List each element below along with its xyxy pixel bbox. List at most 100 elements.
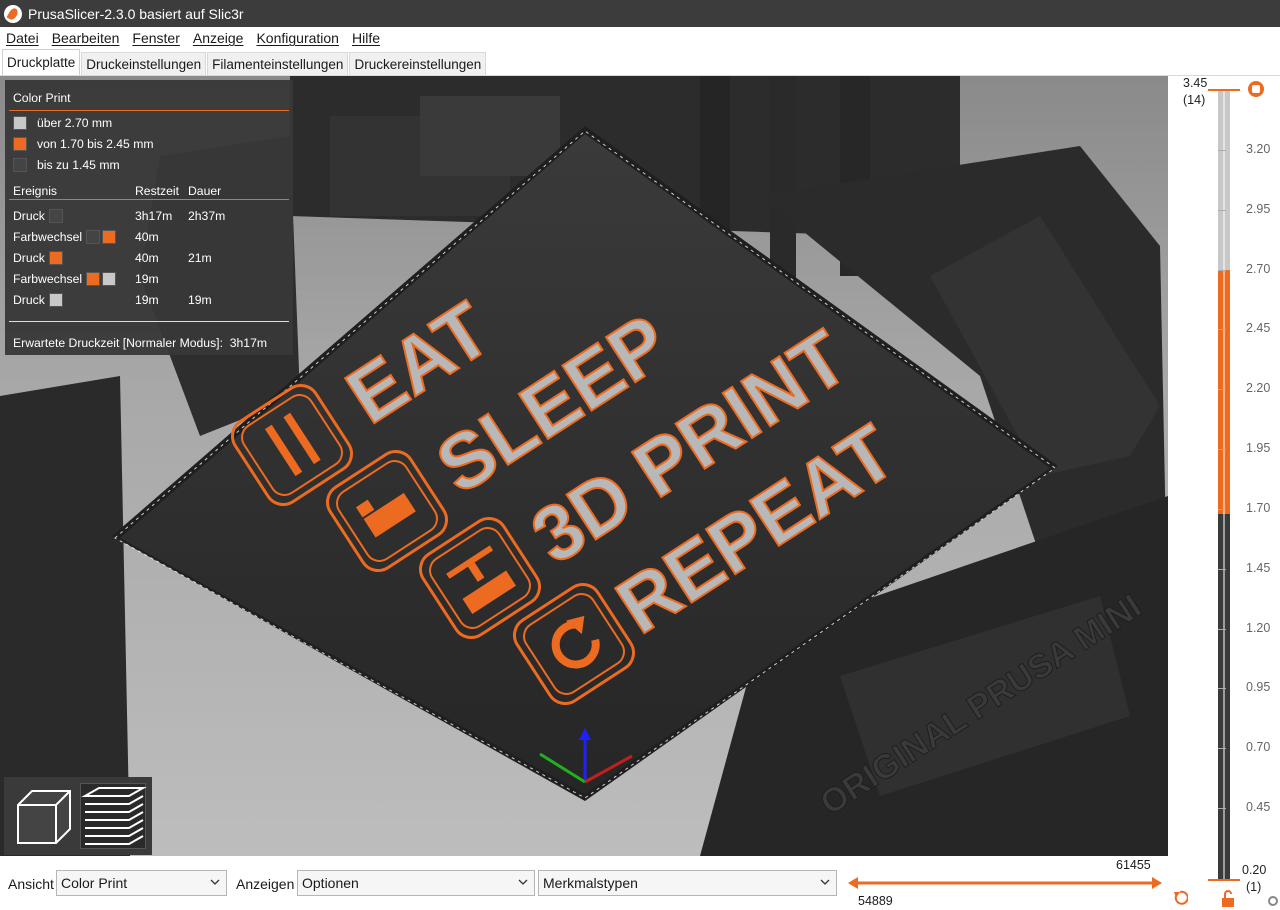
3d-view-button[interactable] <box>10 783 76 849</box>
legend-event-row: Druck 3h17m 2h37m <box>5 208 293 224</box>
slider-tick <box>1218 808 1226 810</box>
event-duration: 19m <box>188 293 212 307</box>
menu-bar: Datei Bearbeiten Fenster Anzeige Konfigu… <box>0 27 1280 49</box>
legend-col-remaining: Restzeit <box>135 184 180 198</box>
legend-event-row: Druck 19m 19m <box>5 292 293 308</box>
view-type-select[interactable]: Color Print <box>56 870 227 896</box>
window-title: PrusaSlicer-2.3.0 basiert auf Slic3r <box>28 5 244 22</box>
chevron-down-icon <box>820 879 830 885</box>
options-select[interactable]: Optionen <box>297 870 535 896</box>
swatch-dark-gray <box>86 230 101 244</box>
legend-range-row: bis zu 1.45 mm <box>13 157 120 173</box>
swatch-orange <box>13 137 27 151</box>
menu-anzeige[interactable]: Anzeige <box>193 30 244 46</box>
slider-tick <box>1218 269 1226 271</box>
chevron-down-icon <box>210 879 220 885</box>
legend-event-row: Farbwechsel 19m <box>5 271 293 287</box>
undo-arrow-icon[interactable] <box>1172 890 1188 906</box>
slider-tick-label: 0.45 <box>1246 800 1271 815</box>
slider-tick-label: 2.45 <box>1246 321 1271 336</box>
feature-types-select[interactable]: Merkmalstypen <box>538 870 837 896</box>
slider-tick-label: 2.95 <box>1246 201 1271 216</box>
slider-tick-label: 2.20 <box>1246 381 1271 396</box>
legend-divider <box>9 110 289 111</box>
legend-title: Color Print <box>13 91 71 105</box>
legend-range-label: bis zu 1.45 mm <box>37 158 120 172</box>
color-print-legend: Color Print über 2.70 mm von 1.70 bis 2.… <box>5 80 293 355</box>
slider-top-layer: (14) <box>1183 93 1206 107</box>
layer-slider-panel: 3.45 (14) 3.20 2.95 2.70 2.45 2.20 1.95 1.70 1.… <box>1168 76 1280 910</box>
legend-event-row: Farbwechsel 40m <box>5 229 293 245</box>
event-remaining: 19m <box>135 293 159 307</box>
tab-bar: Druckplatte Druckeinstellungen Filamente… <box>0 49 1280 76</box>
slider-tick <box>1218 149 1226 151</box>
swatch-light-gray <box>48 293 63 307</box>
menu-hilfe[interactable]: Hilfe <box>352 30 380 46</box>
legend-divider <box>9 199 289 200</box>
event-label: Druck <box>13 251 45 265</box>
slider-tick <box>1218 389 1226 391</box>
view-label: Ansicht <box>8 876 54 892</box>
3d-view-icon <box>17 790 71 844</box>
slider-tick <box>1218 209 1226 211</box>
tab-druckereinstellungen[interactable]: Druckereinstellungen <box>349 52 487 75</box>
swatch-orange <box>86 272 101 286</box>
menu-datei[interactable]: Datei <box>6 30 39 46</box>
preview-toolbar: Ansicht Color Print Anzeigen Optionen Me… <box>0 856 1168 910</box>
chevron-down-icon <box>518 879 528 885</box>
show-label: Anzeigen <box>236 876 295 892</box>
slider-tick <box>1218 449 1226 451</box>
prusaslicer-logo-icon <box>4 4 22 23</box>
menu-konfiguration[interactable]: Konfiguration <box>256 30 339 46</box>
estimate-label: Erwartete Druckzeit [Normaler Modus]: <box>13 336 223 350</box>
estimated-print-time: Erwartete Druckzeit [Normaler Modus]: 3h… <box>13 336 267 350</box>
event-label: Druck <box>13 293 45 307</box>
preview-layers-button[interactable] <box>80 783 147 849</box>
slider-tick-label: 1.20 <box>1246 620 1271 635</box>
swatch-dark-gray <box>48 209 63 223</box>
tab-filamenteinstellungen[interactable]: Filamenteinstellungen <box>207 52 349 75</box>
slider-tick-label: 1.70 <box>1246 500 1271 515</box>
slider-tick <box>1218 508 1226 510</box>
unlock-icon[interactable] <box>1220 890 1236 908</box>
menu-bearbeiten[interactable]: Bearbeiten <box>52 30 120 46</box>
view-toggle-panel <box>4 777 152 855</box>
tab-druckeinstellungen[interactable]: Druckeinstellungen <box>81 52 207 75</box>
horizontal-move-slider[interactable] <box>846 874 1164 892</box>
swatch-orange <box>102 230 117 244</box>
swatch-dark-gray <box>13 158 27 172</box>
3d-preview-viewport[interactable]: EAT SLEEP 3D PRINT REPEAT ORIGINAL PRUSA… <box>0 76 1168 856</box>
slider-tick-label: 3.20 <box>1246 141 1271 156</box>
estimate-value: 3h17m <box>229 336 268 350</box>
h-slider-max: 61455 <box>1116 858 1151 872</box>
slider-tick <box>1218 329 1226 331</box>
h-slider-min: 54889 <box>858 894 893 908</box>
slider-tick-label: 0.95 <box>1246 680 1271 695</box>
tab-druckplatte[interactable]: Druckplatte <box>2 49 81 75</box>
legend-event-row: Druck 40m 21m <box>5 250 293 266</box>
event-duration: 2h37m <box>188 209 226 223</box>
event-remaining: 40m <box>135 251 159 265</box>
event-label: Farbwechsel <box>13 272 83 286</box>
menu-fenster[interactable]: Fenster <box>132 30 179 46</box>
slider-bottom-layer: (1) <box>1246 880 1262 894</box>
swatch-orange <box>48 251 63 265</box>
event-duration: 21m <box>188 251 212 265</box>
legend-range-row: von 1.70 bis 2.45 mm <box>13 136 154 152</box>
legend-range-label: von 1.70 bis 2.45 mm <box>37 137 154 151</box>
event-remaining: 3h17m <box>135 209 173 223</box>
event-label: Farbwechsel <box>13 230 83 244</box>
feature-types-value: Merkmalstypen <box>543 875 638 891</box>
slider-bottom-value: 0.20 <box>1242 863 1267 877</box>
slider-tick-label: 1.45 <box>1246 560 1271 575</box>
gear-icon[interactable] <box>1266 894 1280 908</box>
slider-tick <box>1218 628 1226 630</box>
layer-slider-track[interactable] <box>1208 76 1240 910</box>
legend-divider <box>9 321 289 322</box>
title-bar: PrusaSlicer-2.3.0 basiert auf Slic3r <box>0 0 1280 27</box>
add-color-change-icon[interactable] <box>1252 85 1260 93</box>
slider-tick-label: 2.70 <box>1246 261 1271 276</box>
swatch-light-gray <box>102 272 117 286</box>
view-type-value: Color Print <box>61 875 128 891</box>
options-value: Optionen <box>302 875 359 891</box>
